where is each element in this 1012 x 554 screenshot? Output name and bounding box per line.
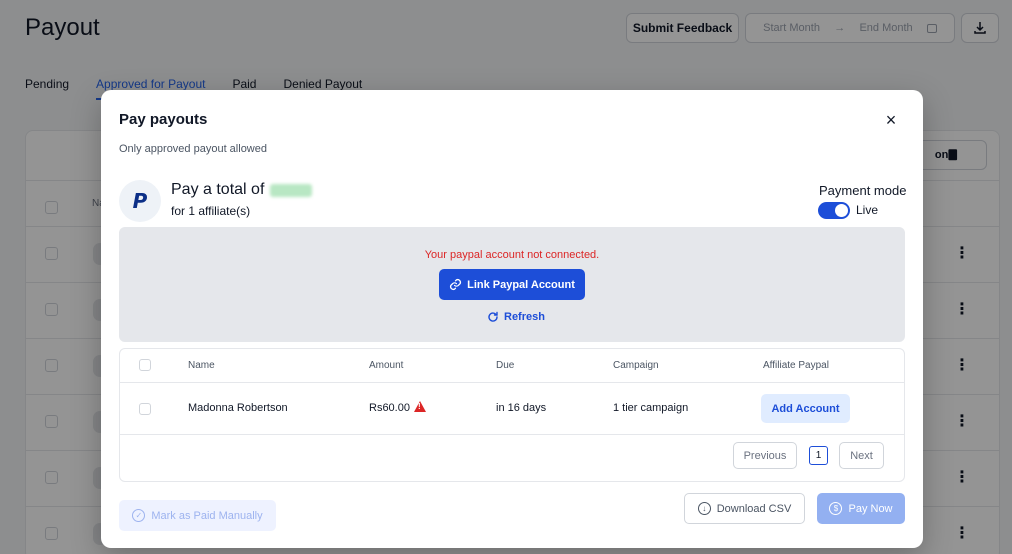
payment-mode-value: Live [856,203,879,217]
row-checkbox[interactable] [139,403,151,415]
col-amount: Amount [369,360,404,371]
pagination-previous[interactable]: Previous [733,442,797,469]
refresh-button[interactable]: Refresh [487,311,545,323]
pagination-page[interactable]: 1 [809,446,828,465]
link-icon [450,278,462,291]
modal-subtitle: Only approved payout allowed [119,143,267,155]
paypal-connection-alert: Your paypal account not connected. Link … [119,227,905,342]
mark-as-paid-manually-button[interactable]: ✓ Mark as Paid Manually [119,500,276,531]
affiliate-count: for 1 affiliate(s) [171,204,251,218]
warning-icon [413,401,426,412]
download-csv-button[interactable]: ↓ Download CSV [684,493,805,524]
pay-now-button[interactable]: $ Pay Now [817,493,905,524]
due-cell: in 16 days [496,402,547,414]
check-circle-icon: ✓ [132,509,146,522]
paypal-icon: P [119,180,161,222]
link-paypal-account-button[interactable]: Link Paypal Account [439,269,585,300]
col-affiliate-paypal: Affiliate Paypal [763,360,829,371]
amount-cell: Rs60.00 [369,401,426,414]
modal-title: Pay payouts [119,111,208,128]
refresh-icon [488,311,498,322]
download-circle-icon: ↓ [697,502,711,515]
affiliate-name: Madonna Robertson [188,402,288,414]
alert-message: Your paypal account not connected. [424,249,600,261]
payment-total: Pay a total of [171,181,313,199]
pagination-next[interactable]: Next [839,442,884,469]
add-account-button[interactable]: Add Account [761,394,850,423]
select-all-checkbox[interactable] [139,359,151,371]
total-label: Pay a total of [171,181,265,198]
table-row: Madonna Robertson Rs60.00 in 16 days 1 t… [120,383,904,435]
dollar-circle-icon: $ [829,502,843,515]
total-amount-redacted [270,183,313,197]
payment-mode-toggle[interactable] [818,202,850,219]
col-due: Due [496,360,515,371]
pay-payouts-modal: Pay payouts × Only approved payout allow… [101,90,923,548]
table-header: Name Amount Due Campaign Affiliate Paypa… [120,349,904,383]
campaign-cell: 1 tier campaign [613,402,689,414]
payment-mode-label: Payment mode [819,183,907,198]
col-campaign: Campaign [613,360,659,371]
payouts-table: Name Amount Due Campaign Affiliate Paypa… [119,348,905,482]
col-name: Name [188,360,215,371]
close-icon[interactable]: × [882,111,900,129]
